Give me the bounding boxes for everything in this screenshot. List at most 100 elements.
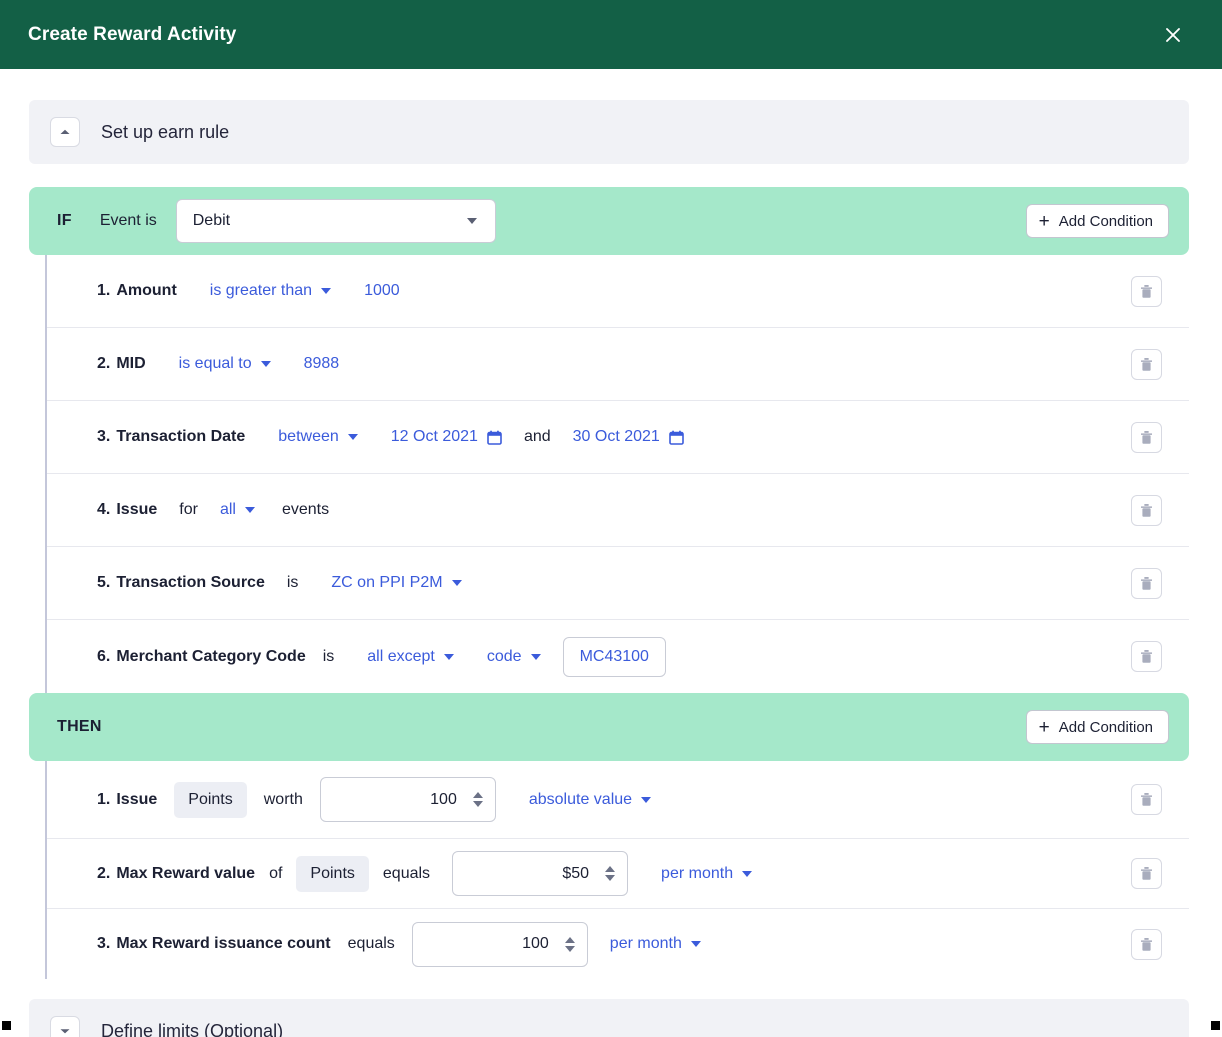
condition-value-mid[interactable]: 8988	[304, 355, 340, 373]
trash-icon	[1141, 650, 1152, 663]
chevron-down-icon	[641, 796, 652, 803]
if-clause-bar: IF Event is Debit + Add Condition	[29, 187, 1189, 255]
condition-index-4: 4.	[97, 501, 111, 518]
delete-action-button[interactable]	[1131, 858, 1162, 889]
condition-row-transaction-source: 5. Transaction Source is ZC on PPI P2M	[47, 547, 1189, 620]
action-name-max-issuance-count: Max Reward issuance count	[116, 935, 331, 952]
action-max-count-mode[interactable]: per month	[610, 935, 701, 953]
define-limits-collapse-button[interactable]	[50, 1016, 80, 1037]
condition-operator-mcc[interactable]: all except	[367, 648, 454, 666]
action-row-max-reward-value: 2. Max Reward value of Points equals $50…	[47, 839, 1189, 909]
delete-condition-button[interactable]	[1131, 641, 1162, 672]
action-issue-amount-stepper[interactable]: 100	[319, 777, 496, 822]
close-button[interactable]	[1160, 22, 1186, 48]
if-add-condition-button[interactable]: + Add Condition	[1025, 204, 1169, 238]
condition-row-mid: 2. MID is equal to 8988	[47, 328, 1189, 401]
condition-index-3: 3.	[97, 428, 111, 445]
trash-icon	[1141, 867, 1152, 880]
date-joiner: and	[523, 428, 551, 445]
action-max-value-mode[interactable]: per month	[661, 865, 753, 883]
action-issue-mid: worth	[263, 790, 303, 808]
chevron-down-icon	[244, 507, 255, 513]
action-max-value-pre: of	[269, 864, 283, 882]
condition-operator-amount[interactable]: is greater than	[210, 282, 332, 300]
trash-icon	[1141, 793, 1152, 806]
condition-row-transaction-date: 3. Transaction Date between 12 Oct 2021 …	[47, 401, 1189, 474]
section-earn-rule-header[interactable]: Set up earn rule	[29, 100, 1189, 164]
delete-action-button[interactable]	[1131, 928, 1162, 960]
condition-value-amount[interactable]: 1000	[364, 282, 400, 300]
action-unit-points[interactable]: Points	[174, 781, 247, 818]
if-keyword: IF	[57, 212, 72, 229]
chevron-down-icon	[690, 941, 701, 947]
action-name-issue: Issue	[116, 790, 158, 808]
action-max-value-stepper[interactable]: $50	[452, 851, 629, 896]
action-unit-points-2[interactable]: Points	[296, 855, 369, 892]
define-limits-title: Define limits (Optional)	[101, 1020, 284, 1037]
delete-action-button[interactable]	[1131, 784, 1162, 815]
chevron-down-icon	[530, 653, 541, 660]
then-action-list: 1. Issue Points worth 100 absolute value	[45, 761, 1189, 979]
stepper-arrows-icon[interactable]	[472, 792, 483, 807]
delete-condition-button[interactable]	[1131, 494, 1162, 526]
event-select-value: Debit	[192, 212, 231, 229]
condition-name-merchant-category-code: Merchant Category Code	[116, 647, 306, 665]
condition-operator-transaction-source[interactable]: ZC on PPI P2M	[331, 574, 462, 592]
section-define-limits-header[interactable]: Define limits (Optional)	[29, 999, 1189, 1037]
condition-row-issue: 4. Issue for all events	[47, 474, 1189, 547]
condition-operator-transaction-date[interactable]: between	[278, 428, 358, 446]
event-is-label: Event is	[99, 212, 157, 229]
action-row-issue-points: 1. Issue Points worth 100 absolute value	[47, 761, 1189, 839]
action-index-1: 1.	[97, 790, 111, 808]
condition-name-transaction-source: Transaction Source	[116, 574, 265, 591]
date-from-picker[interactable]: 12 Oct 2021	[391, 428, 502, 446]
condition-name-issue: Issue	[116, 501, 158, 518]
chevron-up-icon	[60, 129, 70, 134]
condition-issue-pre: for	[179, 501, 198, 518]
trash-icon	[1141, 357, 1152, 371]
action-issue-mode[interactable]: absolute value	[529, 791, 652, 809]
action-row-max-issuance-count: 3. Max Reward issuance count equals 100 …	[47, 909, 1189, 979]
action-index-3: 3.	[97, 935, 111, 952]
trash-icon	[1141, 284, 1152, 298]
condition-operator-mcc-type[interactable]: code	[487, 648, 541, 666]
condition-name-mid: MID	[116, 355, 146, 372]
condition-index-5: 5.	[97, 574, 111, 591]
chevron-down-icon	[347, 434, 358, 440]
chevron-down-icon	[321, 288, 332, 294]
action-index-2: 2.	[97, 864, 111, 882]
delete-condition-button[interactable]	[1131, 348, 1162, 380]
modal-title: Create Reward Activity	[28, 23, 237, 45]
calendar-icon	[487, 430, 502, 445]
condition-operator-mid[interactable]: is equal to	[179, 355, 271, 373]
date-to-picker[interactable]: 30 Oct 2021	[573, 428, 684, 446]
delete-condition-button[interactable]	[1131, 567, 1162, 599]
action-max-count-stepper[interactable]: 100	[411, 921, 588, 967]
condition-operator-issue[interactable]: all	[220, 501, 255, 519]
then-add-condition-label: Add Condition	[1058, 718, 1153, 736]
condition-value-mcc-input[interactable]: MC43100	[562, 636, 666, 677]
then-add-condition-button[interactable]: + Add Condition	[1025, 710, 1169, 744]
event-select[interactable]: Debit	[175, 199, 496, 243]
earn-rule-collapse-button[interactable]	[50, 117, 80, 147]
earn-rule-title: Set up earn rule	[101, 121, 230, 142]
trash-icon	[1141, 937, 1152, 951]
stepper-arrows-icon[interactable]	[605, 866, 616, 881]
condition-index-1: 1.	[97, 282, 111, 299]
condition-name-transaction-date: Transaction Date	[116, 428, 246, 445]
calendar-icon	[669, 430, 684, 445]
delete-condition-button[interactable]	[1131, 421, 1162, 453]
action-name-max-reward-value: Max Reward value	[116, 864, 256, 882]
resize-handle-bottom-left[interactable]	[2, 1021, 11, 1030]
then-clause-bar: THEN + Add Condition	[29, 693, 1189, 761]
chevron-down-icon	[443, 653, 454, 660]
stepper-arrows-icon[interactable]	[564, 936, 575, 952]
then-rule-card: THEN + Add Condition 1. Issue Points wor…	[29, 693, 1189, 979]
delete-condition-button[interactable]	[1131, 275, 1162, 307]
if-condition-list: 1. Amount is greater than 1000 2. MID is…	[45, 255, 1189, 693]
trash-icon	[1141, 576, 1152, 590]
condition-index-6: 6.	[97, 647, 111, 665]
trash-icon	[1141, 503, 1152, 517]
resize-handle-bottom-right[interactable]	[1211, 1021, 1220, 1030]
action-max-value-mid: equals	[382, 864, 431, 882]
